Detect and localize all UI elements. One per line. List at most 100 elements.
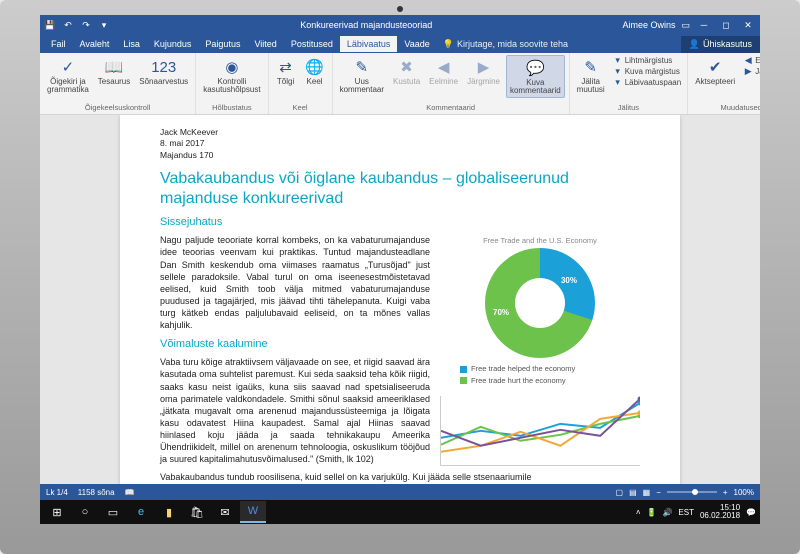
titlebar: 💾 ↶ ↷ ▾ Konkureerivad majandusteooriad A… [40,15,760,35]
wordcount-icon: 123 [154,57,174,77]
notifications-icon[interactable]: 💬 [746,508,756,517]
close-button[interactable]: ✕ [740,20,756,31]
explorer-icon[interactable]: ▮ [156,501,182,523]
document-area[interactable]: Jack McKeever 8. mai 2017 Majandus 170 V… [40,115,760,484]
ribbon-row-kuva-märgistus[interactable]: ▾Kuva märgistus [611,66,684,76]
quick-access-toolbar: 💾 ↶ ↷ ▾ [44,19,110,31]
next-comment-label: Järgmine [467,78,500,86]
ribbon-group-hõlbustatus: ◉Kontrolli kasutushõlpsustHõlbustatus [196,53,268,114]
delete-comment-button: ✖Kustuta [390,55,423,88]
tab-fail[interactable]: Fail [44,36,73,52]
battery-icon[interactable]: 🔋 [646,508,656,517]
tray-up-icon[interactable]: ˄ [636,508,641,517]
word-count[interactable]: 1158 sõna [78,488,115,497]
tab-viited[interactable]: Viited [247,36,283,52]
lang-indicator[interactable]: EST [678,508,694,517]
minimize-button[interactable]: ─ [696,20,712,30]
chevron-down-icon: ▾ [613,77,623,87]
translate-button[interactable]: ⇄Tõlgi [273,55,299,88]
chevron-down-icon: ◀ [743,55,753,65]
legend-item-2: Free trade hurt the economy [460,376,640,386]
system-tray: ˄ 🔋 🔊 EST 15:10 06.02.2018 💬 [636,504,756,520]
search-icon[interactable]: ○ [72,501,98,523]
tab-vaade[interactable]: Vaade [397,36,436,52]
accessibility-label: Kontrolli kasutushõlpsust [203,78,260,94]
tab-paigutus[interactable]: Paigutus [198,36,247,52]
page-indicator[interactable]: Lk 1/4 [46,488,68,497]
tablet-frame: 💾 ↶ ↷ ▾ Konkureerivad majandusteooriad A… [0,0,800,554]
ribbon-group-õigekeelsuskontroll: ✓Õigekiri ja grammatika📖Tesaurus123Sõnaa… [40,53,196,114]
zoom-level[interactable]: 100% [734,488,754,497]
undo-icon[interactable]: ↶ [62,19,74,31]
tab-lisa[interactable]: Lisa [116,36,147,52]
redo-icon[interactable]: ↷ [80,19,92,31]
zoom-in-icon[interactable]: + [723,488,728,497]
tell-me-search[interactable]: 💡 Kirjutage, mida soovite teha [443,39,568,50]
mail-icon[interactable]: ✉ [212,501,238,523]
delete-comment-label: Kustuta [393,78,420,86]
store-icon[interactable]: 🛍 [184,501,210,523]
ribbon-row-label: Läbivaatuspaan [625,78,682,87]
tab-labivaatus[interactable]: Läbivaatus [340,36,398,52]
screen: 💾 ↶ ↷ ▾ Konkureerivad majandusteooriad A… [40,15,760,524]
ribbon-group-kommentaarid: ✎Uus kommentaar✖Kustuta◀Eelmine▶Järgmine… [333,53,570,114]
chart-title: Free Trade and the U.S. Economy [440,236,640,246]
show-comments-button[interactable]: 💬Kuva kommentaarid [506,55,565,98]
thesaurus-label: Tesaurus [98,78,130,86]
track-changes-button[interactable]: ✎Jälita muutusi [574,55,608,96]
wordcount-button[interactable]: 123Sõnaarvestus [136,55,191,88]
new-comment-button[interactable]: ✎Uus kommentaar [337,55,387,96]
donut-pct-a: 30% [561,276,577,287]
maximize-button[interactable]: ◻ [718,20,734,31]
legend-label-1: Free trade helped the economy [471,364,575,374]
qat-dropdown-icon[interactable]: ▾ [98,19,110,31]
ribbon-row-läbivaatuspaan[interactable]: ▾Läbivaatuspaan [611,77,684,87]
next-comment-button: ▶Järgmine [464,55,503,88]
translate-icon: ⇄ [276,57,296,77]
start-button[interactable]: ⊞ [44,501,70,523]
accessibility-button[interactable]: ◉Kontrolli kasutushõlpsust [200,55,263,96]
ribbon-options-icon[interactable]: ▭ [681,20,690,31]
spellcheck-status-icon[interactable]: 📖 [125,488,135,497]
view-web-icon[interactable]: ▦ [643,488,651,497]
tab-avaleht[interactable]: Avaleht [73,36,117,52]
track-changes-icon: ✎ [581,57,601,77]
chevron-down-icon: ▾ [613,66,623,76]
ribbon-row-label: Kuva märgistus [625,67,680,76]
view-read-icon[interactable]: ▢ [616,488,624,497]
word-icon[interactable]: W [240,501,266,523]
ribbon-group-keel: ⇄Tõlgi🌐KeelKeel [269,53,333,114]
ribbon-row-lihtmärgistus[interactable]: ▾Lihtmärgistus [611,55,684,65]
spellcheck-label: Õigekiri ja grammatika [47,78,89,94]
view-print-icon[interactable]: ▤ [629,488,637,497]
volume-icon[interactable]: 🔊 [662,508,672,517]
ribbon-tabs: Fail Avaleht Lisa Kujundus Paigutus Viit… [40,35,760,53]
user-name[interactable]: Aimee Owins [622,20,675,30]
thesaurus-icon: 📖 [104,57,124,77]
edge-icon[interactable]: e [128,501,154,523]
tab-kujundus[interactable]: Kujundus [147,36,199,52]
accept-icon: ✔ [705,57,725,77]
ribbon-row-label: Eelmine [755,56,760,65]
save-icon[interactable]: 💾 [44,19,56,31]
tab-postitused[interactable]: Postitused [284,36,340,52]
thesaurus-button[interactable]: 📖Tesaurus [95,55,133,88]
language-label: Keel [307,78,323,86]
statusbar: Lk 1/4 1158 sõna 📖 ▢ ▤ ▦ − + 100% [40,484,760,500]
ribbon-row-eelmine[interactable]: ◀Eelmine [741,55,760,65]
task-view-icon[interactable]: ▭ [100,501,126,523]
language-button[interactable]: 🌐Keel [302,55,328,88]
chevron-down-icon: ▶ [743,66,753,76]
next-comment-icon: ▶ [474,57,494,77]
accept-button[interactable]: ✔Aktsepteeri [692,55,738,88]
window-title: Konkureerivad majandusteooriad [110,20,622,30]
zoom-out-icon[interactable]: − [656,488,661,497]
share-button[interactable]: 👤 Ühiskasutus [681,36,760,53]
spellcheck-button[interactable]: ✓Õigekiri ja grammatika [44,55,92,96]
prev-comment-label: Eelmine [429,78,458,86]
ribbon-row-järgmine[interactable]: ▶Järgmine [741,66,760,76]
zoom-slider[interactable] [667,491,717,493]
share-icon: 👤 [689,39,700,50]
taskbar: ⊞ ○ ▭ e ▮ 🛍 ✉ W ˄ 🔋 🔊 EST 15:10 06.02.20… [40,500,760,524]
clock[interactable]: 15:10 06.02.2018 [700,504,740,520]
